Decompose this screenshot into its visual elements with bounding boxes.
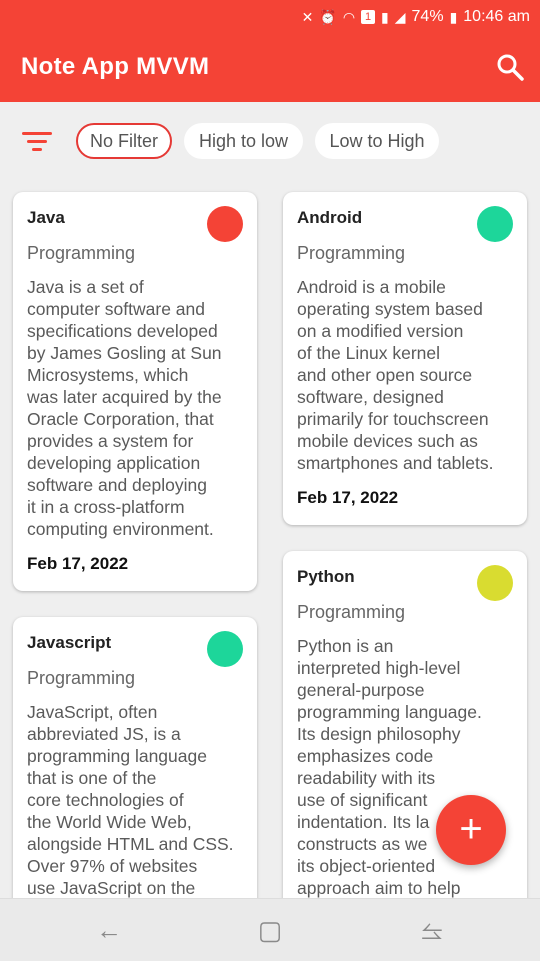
chip-high-to-low[interactable]: High to low xyxy=(184,123,303,159)
app-title: Note App MVVM xyxy=(21,53,210,80)
home-icon[interactable]: ▢ xyxy=(256,917,284,943)
priority-dot xyxy=(207,206,243,242)
note-category: Programming xyxy=(27,243,136,263)
app-bar: ✕ ⏰ ◠ 1 ▮ ◢ 74% ▮ 10:46 am Note App MVVM xyxy=(0,0,540,102)
note-date: Feb 17, 2022 xyxy=(297,488,399,507)
note-date: Feb 17, 2022 xyxy=(27,554,129,573)
priority-dot xyxy=(477,206,513,242)
signal-icon: ▮ xyxy=(381,9,389,25)
note-category: Programming xyxy=(297,602,406,622)
add-note-button[interactable]: + xyxy=(436,795,506,865)
battery-percent: 74% xyxy=(411,8,444,25)
note-card-java[interactable]: Java Programming Java is a set of comput… xyxy=(13,192,257,591)
note-description: Java is a set of computer software and s… xyxy=(27,277,222,539)
wifi-icon: ◠ xyxy=(342,9,356,25)
filter-bar: No Filter High to low Low to High xyxy=(0,123,540,159)
note-card-android[interactable]: Android Programming Android is a mobile … xyxy=(283,192,527,525)
note-description: JavaScript, often abbreviated JS, is a p… xyxy=(27,702,234,898)
mute-icon: ✕ xyxy=(301,9,314,25)
note-card-javascript[interactable]: Javascript Programming JavaScript, often… xyxy=(13,617,257,917)
signal-strength-icon: ◢ xyxy=(394,9,406,25)
status-bar: ✕ ⏰ ◠ 1 ▮ ◢ 74% ▮ 10:46 am xyxy=(302,4,530,30)
priority-dot xyxy=(477,565,513,601)
priority-dot xyxy=(207,631,243,667)
clock: 10:46 am xyxy=(463,8,530,25)
chip-low-to-high[interactable]: Low to High xyxy=(315,123,439,159)
note-category: Programming xyxy=(27,668,136,688)
search-icon[interactable] xyxy=(495,52,525,82)
recent-apps-icon[interactable]: ⥦ xyxy=(418,917,446,943)
filter-icon[interactable] xyxy=(22,128,54,156)
alarm-icon: ⏰ xyxy=(319,9,337,25)
note-description: Android is a mobile operating system bas… xyxy=(297,277,494,473)
notification-badge: 1 xyxy=(361,10,376,24)
back-icon[interactable]: ← xyxy=(95,917,123,943)
note-category: Programming xyxy=(297,243,406,263)
system-nav-bar: ← ▢ ⥦ xyxy=(0,898,540,961)
chip-no-filter[interactable]: No Filter xyxy=(76,123,172,159)
note-card-python[interactable]: Python Programming Python is an interpre… xyxy=(283,551,527,917)
battery-icon: ▮ xyxy=(449,9,458,25)
